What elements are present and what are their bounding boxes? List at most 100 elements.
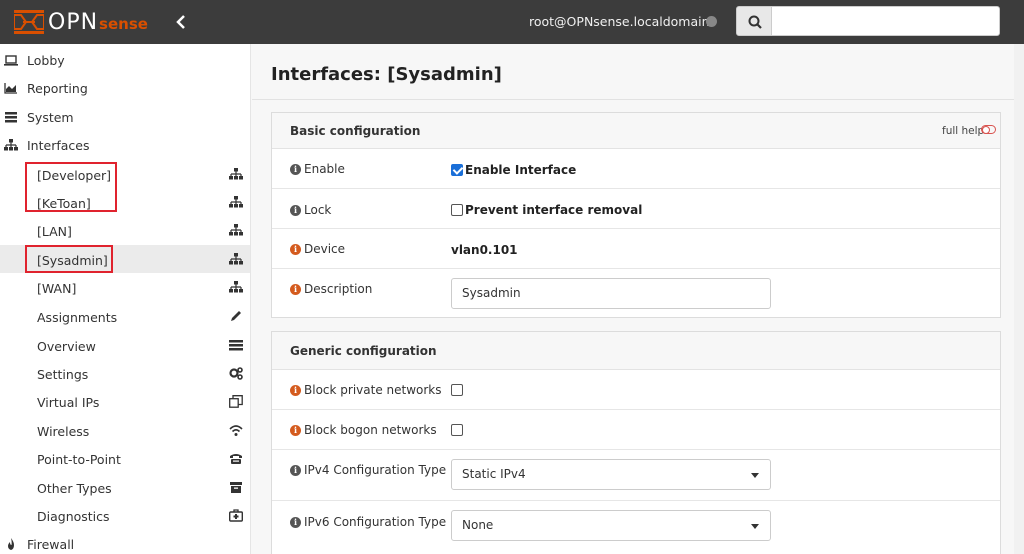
laptop-icon <box>4 55 18 66</box>
ipv6-config-label: i IPv6 Configuration Type <box>290 515 446 529</box>
search-button[interactable] <box>736 6 772 36</box>
sidebar-item-label: Point-to-Point <box>37 452 121 467</box>
search-input[interactable] <box>771 6 1000 36</box>
sidebar-item-label: Virtual IPs <box>37 395 100 410</box>
sidebar-item-reporting[interactable]: Reporting <box>0 74 250 102</box>
sidebar-item-label: Lobby <box>27 53 65 68</box>
block-private-field[interactable] <box>451 384 465 396</box>
block-bogon-field[interactable] <box>451 424 465 436</box>
sidebar-item-label: Overview <box>37 339 96 354</box>
info-icon[interactable]: i <box>290 163 301 175</box>
info-icon[interactable]: i <box>290 283 301 295</box>
block-private-checkbox[interactable] <box>451 384 463 396</box>
sidebar-subitem-wan[interactable]: [WAN] <box>0 273 250 301</box>
block-bogon-label: i Block bogon networks <box>290 423 437 437</box>
lock-label: i Lock <box>290 203 331 217</box>
page-scrollbar[interactable] <box>1014 44 1024 554</box>
lock-checkbox[interactable] <box>451 204 463 216</box>
sidebar-item-label: Assignments <box>37 310 118 325</box>
sidebar-item-label: Interfaces <box>27 138 90 153</box>
info-icon[interactable]: i <box>290 424 301 436</box>
tasks-icon <box>229 340 243 351</box>
chevron-down-icon <box>751 524 759 529</box>
ipv4-config-row: i IPv4 Configuration Type Static IPv4 <box>272 451 1000 501</box>
sidebar-subitem-virtual-ips[interactable]: Virtual IPs <box>0 387 250 415</box>
ipv6-config-row: i IPv6 Configuration Type None <box>272 502 1000 552</box>
panel-header: Generic configuration <box>272 332 1000 370</box>
opnsense-logo-icon <box>14 10 44 34</box>
lock-row: i Lock Prevent interface removal <box>272 190 1000 229</box>
block-private-row: i Block private networks <box>272 371 1000 410</box>
sidebar-subitem-point-to-point[interactable]: Point-to-Point <box>0 444 250 472</box>
enable-checkbox-label: Enable Interface <box>465 163 577 177</box>
enable-field[interactable]: Enable Interface <box>451 163 576 177</box>
logo-suffix: sense <box>99 15 148 33</box>
sidebar-item-lobby[interactable]: Lobby <box>0 46 250 74</box>
fax-icon <box>230 454 242 464</box>
sidebar-subitem-wireless[interactable]: Wireless <box>0 416 250 444</box>
device-value: vlan0.101 <box>451 243 518 257</box>
pencil-icon <box>231 311 241 321</box>
sidebar-item-firewall[interactable]: Firewall <box>0 530 250 554</box>
sidebar-subitem-assignments[interactable]: Assignments <box>0 302 250 330</box>
panel-header: Basic configuration full help <box>272 113 1000 149</box>
generic-configuration-panel: Generic configuration i Block private ne… <box>271 331 1001 554</box>
sitemap-icon <box>229 168 243 180</box>
info-icon[interactable]: i <box>290 384 301 396</box>
medkit-icon <box>229 509 243 522</box>
highlight-box <box>25 245 113 273</box>
opnsense-logo[interactable]: OPN sense <box>14 9 148 35</box>
page-header: Interfaces: [Sysadmin] <box>252 44 1024 100</box>
sitemap-icon <box>229 224 243 236</box>
sidebar-subitem-settings[interactable]: Settings <box>0 359 250 387</box>
sidebar-item-label: Diagnostics <box>37 509 110 524</box>
main-content: Interfaces: [Sysadmin] Basic configurati… <box>252 44 1024 554</box>
server-icon <box>5 112 17 123</box>
sidebar-item-label: Wireless <box>37 424 90 439</box>
panel-title: Generic configuration <box>290 344 437 358</box>
cogs-icon <box>229 367 243 380</box>
enable-checkbox[interactable] <box>451 164 463 176</box>
sidebar-item-label: [WAN] <box>37 281 77 296</box>
sidebar-subitem-other-types[interactable]: Other Types <box>0 473 250 501</box>
sitemap-icon <box>229 253 243 265</box>
lock-field[interactable]: Prevent interface removal <box>451 203 642 217</box>
archive-icon <box>230 482 242 493</box>
sidebar-subitem-lan[interactable]: [LAN] <box>0 216 250 244</box>
sitemap-icon <box>229 196 243 208</box>
sidebar-item-system[interactable]: System <box>0 103 250 131</box>
basic-configuration-panel: Basic configuration full help i Enable E… <box>271 112 1001 318</box>
sidebar-item-label: Other Types <box>37 481 112 496</box>
sidebar-item-interfaces[interactable]: Interfaces <box>0 131 250 159</box>
user-menu[interactable]: root@OPNsense.localdomain <box>529 14 710 29</box>
info-icon[interactable]: i <box>290 516 301 528</box>
status-dot-icon[interactable] <box>706 16 717 27</box>
ipv4-config-selected: Static IPv4 <box>462 467 526 481</box>
sidebar-subitem-diagnostics[interactable]: Diagnostics <box>0 501 250 529</box>
full-help-toggle[interactable] <box>981 125 996 134</box>
sidebar-item-label: Firewall <box>27 537 75 552</box>
info-icon[interactable]: i <box>290 464 301 476</box>
search-icon <box>748 15 762 29</box>
block-bogon-row: i Block bogon networks <box>272 411 1000 450</box>
full-help-label: full help <box>942 125 985 137</box>
description-input[interactable]: Sysadmin <box>451 278 771 309</box>
description-row: i Description Sysadmin <box>272 270 1000 318</box>
info-icon[interactable]: i <box>290 204 301 216</box>
sidebar-collapse-icon[interactable] <box>172 12 192 32</box>
top-navbar: OPN sense root@OPNsense.localdomain <box>0 0 1024 44</box>
block-bogon-checkbox[interactable] <box>451 424 463 436</box>
highlight-box <box>25 162 117 212</box>
device-row: i Device vlan0.101 <box>272 230 1000 269</box>
logo-text: OPN <box>48 9 99 35</box>
ipv6-config-select[interactable]: None <box>451 510 771 541</box>
device-label: i Device <box>290 242 345 256</box>
ipv4-config-label: i IPv4 Configuration Type <box>290 463 446 477</box>
info-icon[interactable]: i <box>290 243 301 255</box>
block-private-label: i Block private networks <box>290 383 442 397</box>
sidebar-item-label: System <box>27 110 74 125</box>
ipv4-config-select[interactable]: Static IPv4 <box>451 459 771 490</box>
sidebar-subitem-overview[interactable]: Overview <box>0 331 250 359</box>
sidebar: Lobby Reporting System Interfaces [Devel… <box>0 44 251 554</box>
enable-label: i Enable <box>290 162 345 176</box>
